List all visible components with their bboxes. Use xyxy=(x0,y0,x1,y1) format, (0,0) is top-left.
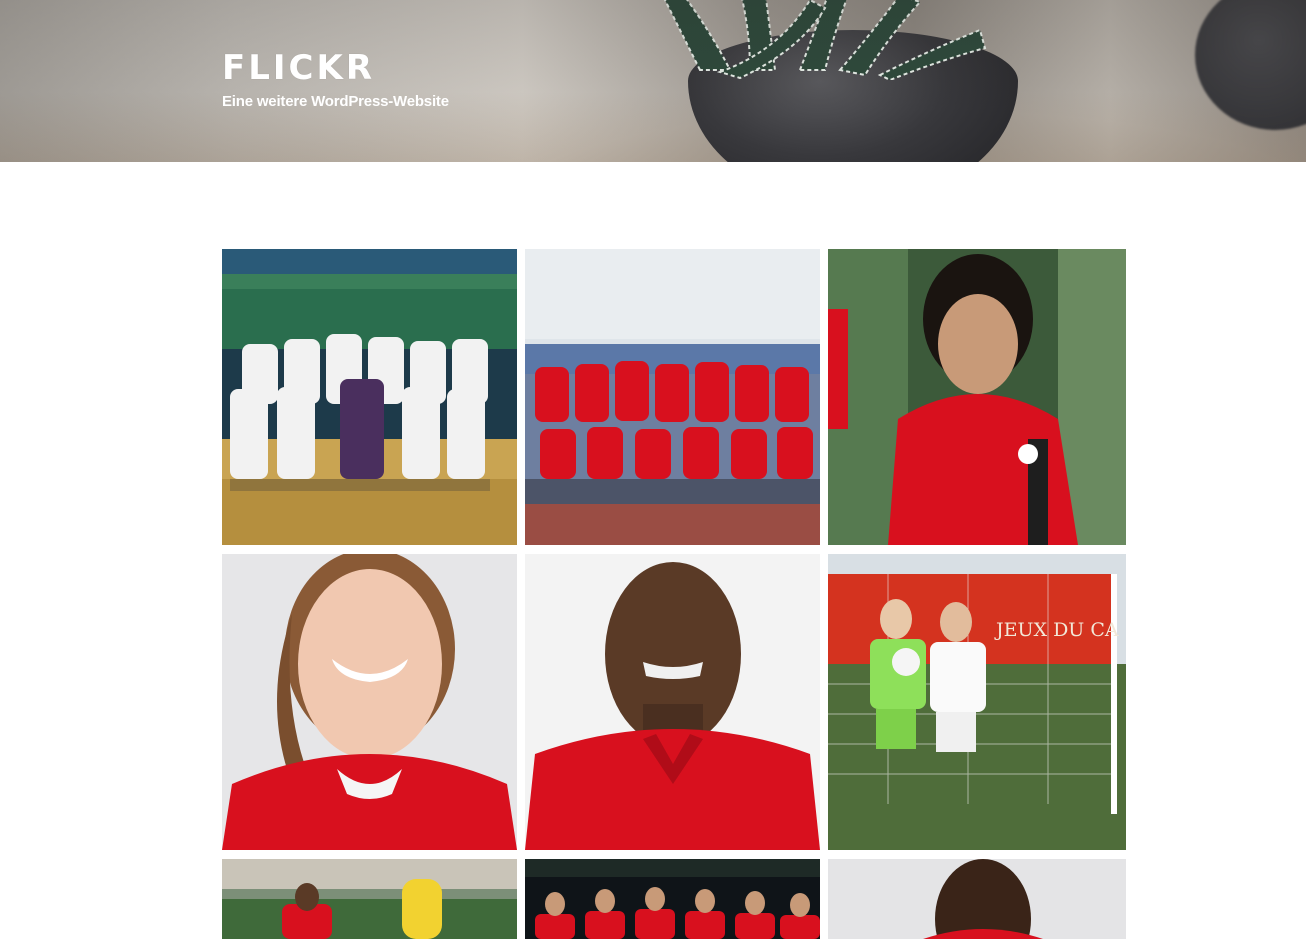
site-branding: FLICKR Eine weitere WordPress-Website xyxy=(222,50,449,110)
gallery-photo xyxy=(828,249,1126,545)
site-description: Eine weitere WordPress-Website xyxy=(222,93,449,110)
gallery-photo xyxy=(525,249,820,545)
gallery-item-futsal-team[interactable] xyxy=(222,249,517,545)
gallery-photo xyxy=(222,859,517,939)
gallery-photo xyxy=(222,249,517,545)
gallery-photo xyxy=(222,554,517,850)
gallery-photo xyxy=(525,554,820,850)
gallery-item-mens-team-night[interactable] xyxy=(525,859,820,939)
gallery-item-two-players-goal[interactable]: JEUX DU CA xyxy=(828,554,1126,850)
banner-text: JEUX DU CA xyxy=(994,619,1119,641)
header-vignette xyxy=(0,0,1306,162)
site-title-link[interactable]: FLICKR xyxy=(222,50,449,86)
gallery-photo xyxy=(828,859,1126,939)
gallery-item-player-portrait-grey[interactable] xyxy=(828,859,1126,939)
gallery-item-player-portrait-man[interactable] xyxy=(525,554,820,850)
gallery-item-player-portrait-woman[interactable] xyxy=(222,554,517,850)
gallery-photo: JEUX DU CA xyxy=(828,554,1126,850)
gallery-item-player-portrait-curly[interactable] xyxy=(828,249,1126,545)
site-header: FLICKR Eine weitere WordPress-Website xyxy=(0,0,1306,162)
gallery-item-womens-team[interactable] xyxy=(525,249,820,545)
gallery-item-player-training[interactable] xyxy=(222,859,517,939)
gallery-photo xyxy=(525,859,820,939)
